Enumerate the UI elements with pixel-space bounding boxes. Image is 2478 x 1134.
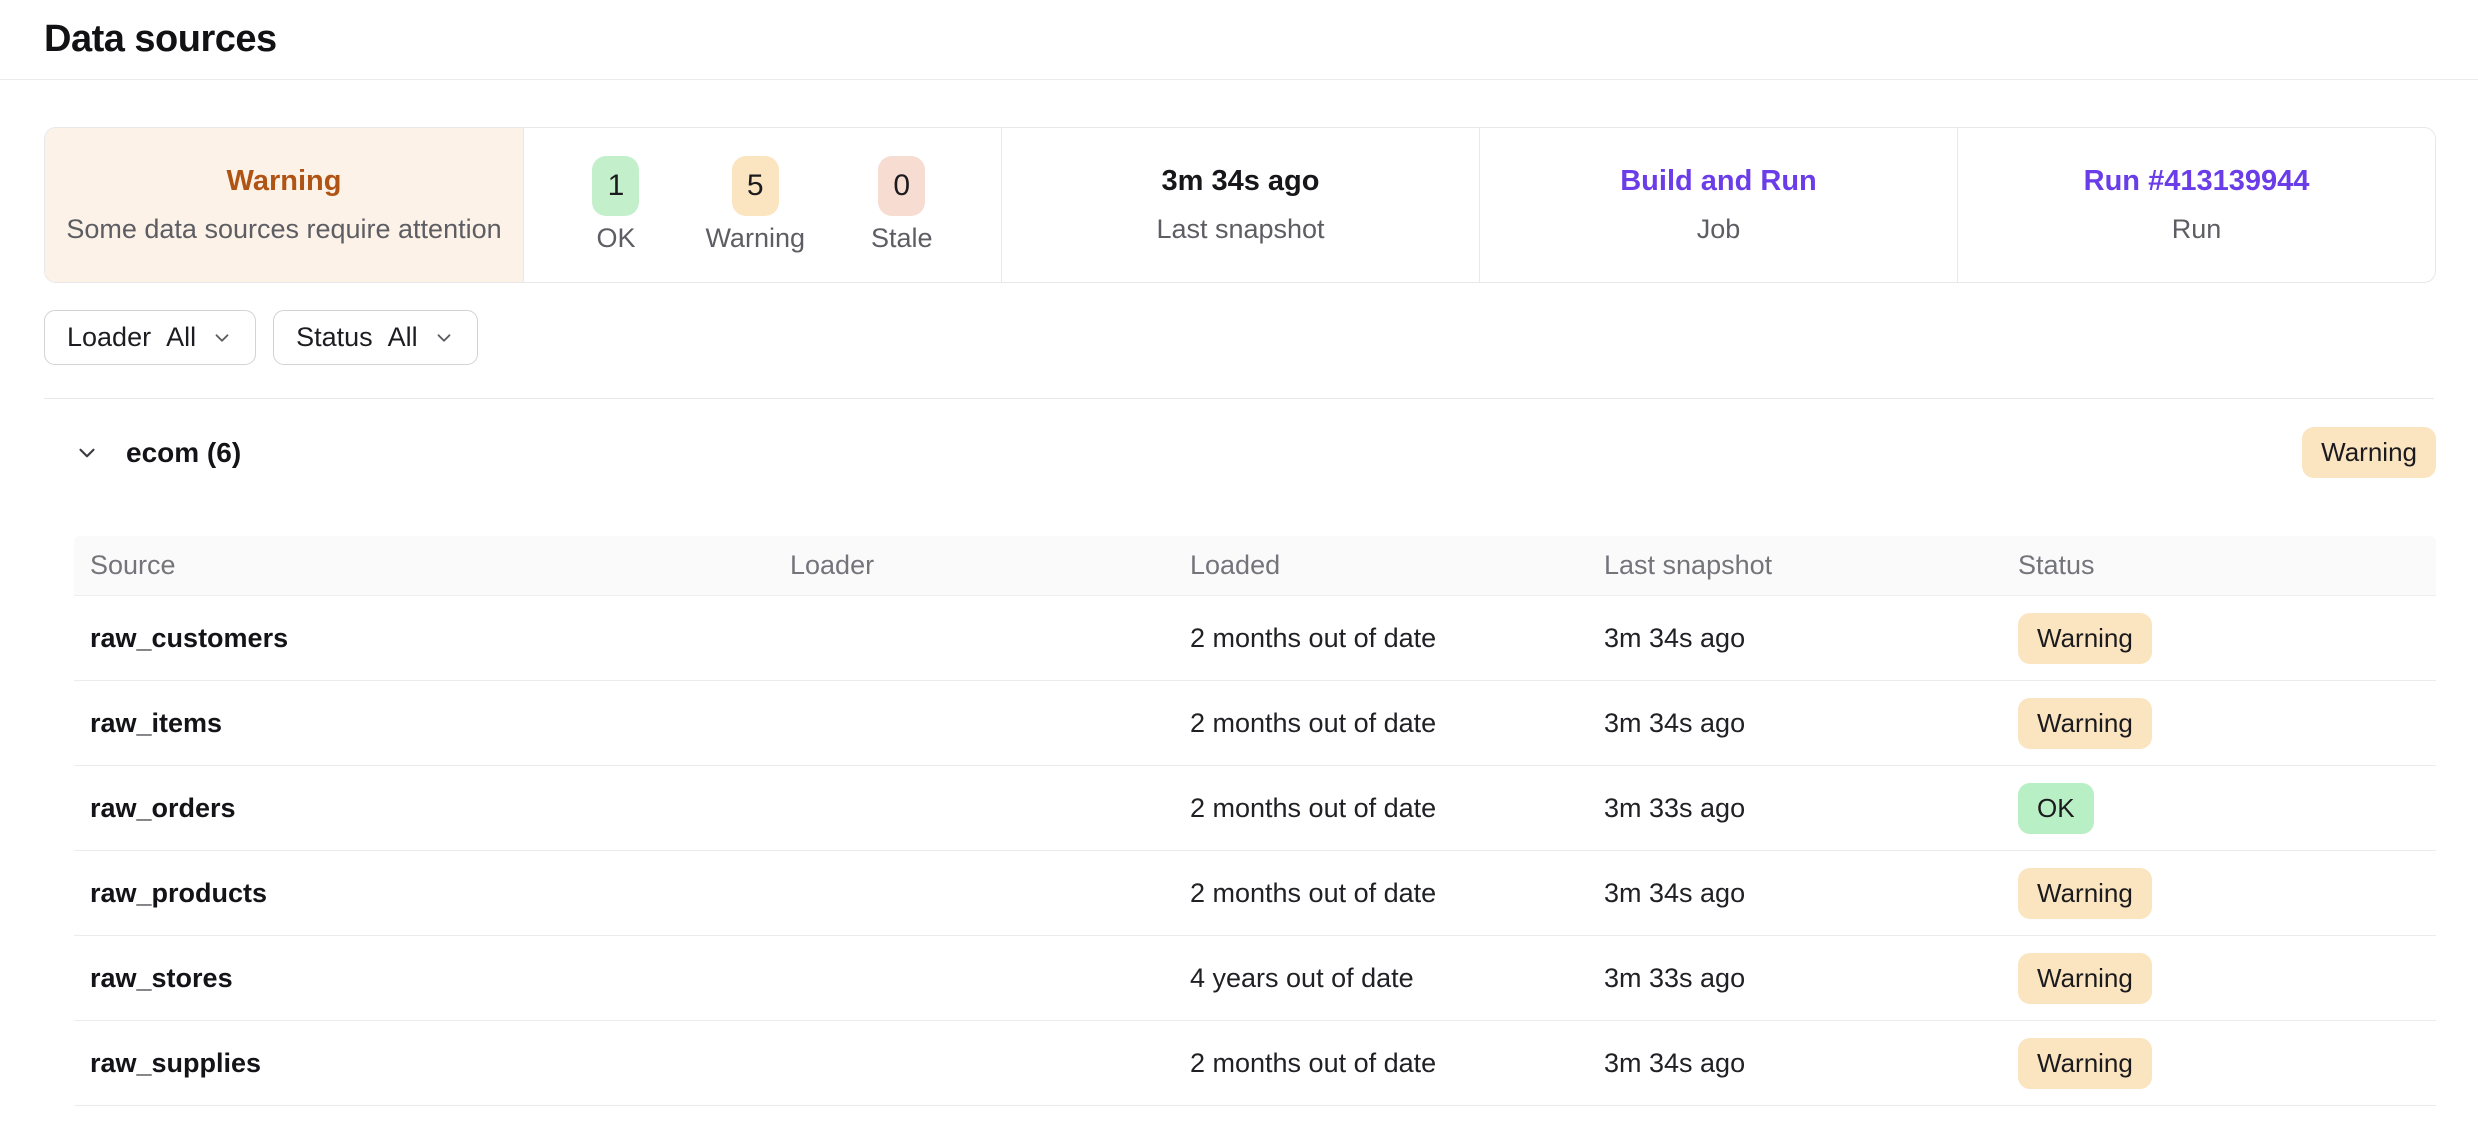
overall-status-subtitle: Some data sources require attention: [66, 214, 501, 245]
table-row[interactable]: raw_orders 2 months out of date 3m 33s a…: [74, 766, 2436, 851]
status-badge: Warning: [2018, 953, 2152, 1004]
job-link[interactable]: Build and Run: [1620, 165, 1817, 198]
page-header: Data sources: [0, 0, 2478, 80]
last-snapshot-cell: 3m 34s ago: [1604, 1048, 2018, 1079]
loader-filter-value: All: [166, 322, 196, 353]
last-snapshot-card: 3m 34s ago Last snapshot: [1001, 128, 1479, 282]
loader-filter-label: Loader: [67, 322, 151, 353]
group-title: ecom (6): [126, 437, 241, 469]
status-counts-card: 1 OK 5 Warning 0 Stale: [523, 128, 1001, 282]
status-cell: Warning: [2018, 953, 2420, 1004]
status-cell: Warning: [2018, 868, 2420, 919]
status-cell: Warning: [2018, 1038, 2420, 1089]
count-pill: 1: [592, 156, 639, 216]
loaded-cell: 2 months out of date: [1190, 708, 1604, 739]
status-filter-value: All: [388, 322, 418, 353]
summary-strip: Warning Some data sources require attent…: [44, 127, 2436, 283]
status-badge: Warning: [2018, 868, 2152, 919]
status-filter-dropdown[interactable]: Status All: [273, 310, 478, 365]
run-card: Run #413139944 Run: [1957, 128, 2435, 282]
chevron-down-icon[interactable]: [74, 440, 100, 466]
status-badge: Warning: [2018, 613, 2152, 664]
source-name: raw_items: [90, 708, 790, 739]
status-filter-label: Status: [296, 322, 373, 353]
data-sources-table: Source Loader Loaded Last snapshot Statu…: [74, 536, 2436, 1106]
table-header-row: Source Loader Loaded Last snapshot Statu…: [74, 536, 2436, 596]
last-snapshot-cell: 3m 33s ago: [1604, 793, 2018, 824]
count-label: Warning: [705, 223, 805, 254]
overall-status-card: Warning Some data sources require attent…: [45, 128, 523, 282]
status-count: 0 Stale: [871, 156, 933, 254]
page-title: Data sources: [44, 18, 277, 61]
source-name: raw_products: [90, 878, 790, 909]
job-label: Job: [1697, 214, 1741, 245]
source-name: raw_supplies: [90, 1048, 790, 1079]
run-label: Run: [2172, 214, 2222, 245]
status-cell: Warning: [2018, 613, 2420, 664]
loader-filter-dropdown[interactable]: Loader All: [44, 310, 256, 365]
status-cell: OK: [2018, 783, 2420, 834]
run-link[interactable]: Run #413139944: [2084, 165, 2310, 198]
count-label: Stale: [871, 223, 933, 254]
status-counts: 1 OK 5 Warning 0 Stale: [592, 156, 932, 254]
chevron-down-icon: [433, 327, 455, 349]
table-row[interactable]: raw_supplies 2 months out of date 3m 34s…: [74, 1021, 2436, 1106]
last-snapshot-value: 3m 34s ago: [1162, 165, 1320, 198]
last-snapshot-label: Last snapshot: [1156, 214, 1324, 245]
column-header-loader: Loader: [790, 550, 1190, 581]
last-snapshot-cell: 3m 33s ago: [1604, 963, 2018, 994]
last-snapshot-cell: 3m 34s ago: [1604, 623, 2018, 654]
column-header-source: Source: [90, 550, 790, 581]
group-title-wrap: ecom (6): [74, 437, 241, 469]
source-name: raw_customers: [90, 623, 790, 654]
loaded-cell: 2 months out of date: [1190, 623, 1604, 654]
column-header-loaded: Loaded: [1190, 550, 1604, 581]
table-row[interactable]: raw_items 2 months out of date 3m 34s ag…: [74, 681, 2436, 766]
source-name: raw_orders: [90, 793, 790, 824]
count-pill: 5: [732, 156, 779, 216]
group-header-ecom[interactable]: ecom (6) Warning: [74, 426, 2436, 479]
datasource-group-section: ecom (6) Warning Source Loader Loaded La…: [74, 399, 2436, 1106]
source-name: raw_stores: [90, 963, 790, 994]
count-label: OK: [596, 223, 635, 254]
chevron-down-icon: [211, 327, 233, 349]
count-pill: 0: [878, 156, 925, 216]
last-snapshot-cell: 3m 34s ago: [1604, 708, 2018, 739]
status-count: 1 OK: [592, 156, 639, 254]
job-card: Build and Run Job: [1479, 128, 1957, 282]
overall-status-title: Warning: [227, 165, 342, 198]
column-header-status: Status: [2018, 550, 2420, 581]
table-row[interactable]: raw_stores 4 years out of date 3m 33s ag…: [74, 936, 2436, 1021]
filters-bar: Loader All Status All: [44, 310, 2434, 365]
table-row[interactable]: raw_products 2 months out of date 3m 34s…: [74, 851, 2436, 936]
loaded-cell: 2 months out of date: [1190, 878, 1604, 909]
status-badge: Warning: [2018, 1038, 2152, 1089]
loaded-cell: 4 years out of date: [1190, 963, 1604, 994]
status-badge: Warning: [2018, 698, 2152, 749]
status-cell: Warning: [2018, 698, 2420, 749]
loaded-cell: 2 months out of date: [1190, 793, 1604, 824]
status-badge: OK: [2018, 783, 2094, 834]
last-snapshot-cell: 3m 34s ago: [1604, 878, 2018, 909]
loaded-cell: 2 months out of date: [1190, 1048, 1604, 1079]
table-row[interactable]: raw_customers 2 months out of date 3m 34…: [74, 596, 2436, 681]
column-header-last-snapshot: Last snapshot: [1604, 550, 2018, 581]
status-count: 5 Warning: [705, 156, 805, 254]
group-status-badge: Warning: [2302, 427, 2436, 478]
table-body: raw_customers 2 months out of date 3m 34…: [74, 596, 2436, 1106]
